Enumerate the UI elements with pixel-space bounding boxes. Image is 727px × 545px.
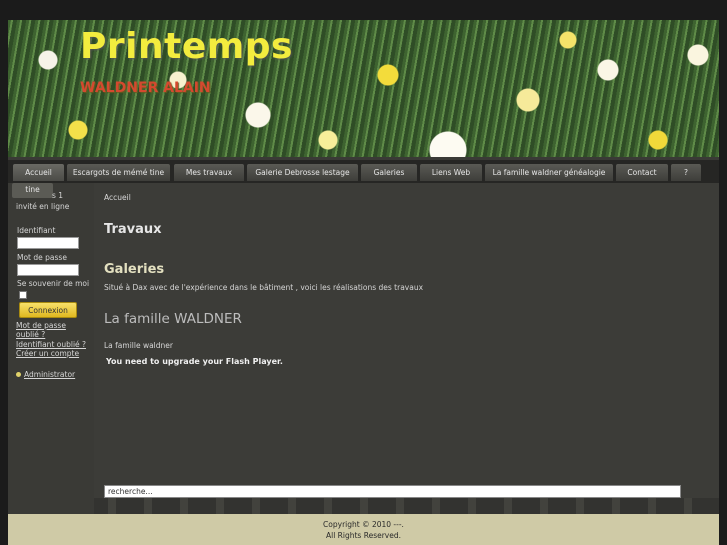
- sidebar: tine s 1 invité en ligne Identifiant Mot…: [8, 183, 94, 514]
- nav-item-contact[interactable]: Contact: [616, 164, 668, 181]
- online-label: invité en ligne: [16, 202, 70, 211]
- forgot-password-link[interactable]: Mot de passe oublié ?: [16, 321, 88, 339]
- main-nav: Accueil Escargots de mémé tine Mes trava…: [8, 160, 719, 183]
- nav-item-help[interactable]: ?: [671, 164, 701, 181]
- username-field[interactable]: [17, 237, 79, 249]
- create-account-link[interactable]: Créer un compte: [16, 349, 79, 358]
- bullet-icon: [16, 372, 21, 377]
- login-button[interactable]: Connexion: [19, 302, 77, 318]
- heading-travaux: Travaux: [104, 222, 162, 237]
- administrator-link[interactable]: Administrator: [24, 370, 75, 379]
- search-input[interactable]: [104, 485, 681, 498]
- username-label: Identifiant: [17, 226, 56, 235]
- site-title: Printemps: [80, 26, 293, 67]
- nav-item-galerie-debrosse[interactable]: Galerie Debrosse lestage: [247, 164, 358, 181]
- remember-label: Se souvenir de moi: [17, 279, 90, 288]
- nav-item-accueil[interactable]: Accueil: [13, 164, 64, 181]
- page-frame: Printemps WALDNER ALAIN Accueil Escargot…: [8, 20, 719, 545]
- famille-text: La famille waldner: [104, 341, 173, 350]
- sidebar-tab[interactable]: tine: [12, 183, 53, 198]
- header-banner: Printemps WALDNER ALAIN: [8, 20, 719, 157]
- online-count: s 1: [52, 191, 64, 200]
- heading-galeries: Galeries: [104, 262, 165, 277]
- footer-copyright: Copyright © 2010 ---.: [323, 520, 404, 529]
- flash-message: You need to upgrade your Flash Player.: [106, 357, 283, 366]
- footer: Copyright © 2010 ---. All Rights Reserve…: [8, 514, 719, 545]
- nav-item-mes-travaux[interactable]: Mes travaux: [174, 164, 244, 181]
- nav-item-galeries[interactable]: Galeries: [361, 164, 417, 181]
- breadcrumb[interactable]: Accueil: [104, 193, 131, 202]
- galeries-text: Situé à Dax avec de l'expérience dans le…: [104, 283, 424, 292]
- bottom-decoration: [94, 498, 719, 514]
- nav-item-famille-genealogie[interactable]: La famille waldner généalogie: [485, 164, 613, 181]
- nav-item-escargots[interactable]: Escargots de mémé tine: [67, 164, 170, 181]
- main-content: Accueil Travaux Galeries Situé à Dax ave…: [94, 183, 719, 514]
- heading-famille: La famille WALDNER: [104, 311, 242, 327]
- footer-rights: All Rights Reserved.: [325, 531, 401, 540]
- remember-checkbox[interactable]: [19, 291, 27, 299]
- nav-item-liens-web[interactable]: Liens Web: [420, 164, 482, 181]
- site-subtitle: WALDNER ALAIN: [80, 80, 211, 96]
- forgot-username-link[interactable]: Identifiant oublié ?: [16, 340, 86, 349]
- password-label: Mot de passe: [17, 253, 67, 262]
- password-field[interactable]: [17, 264, 79, 276]
